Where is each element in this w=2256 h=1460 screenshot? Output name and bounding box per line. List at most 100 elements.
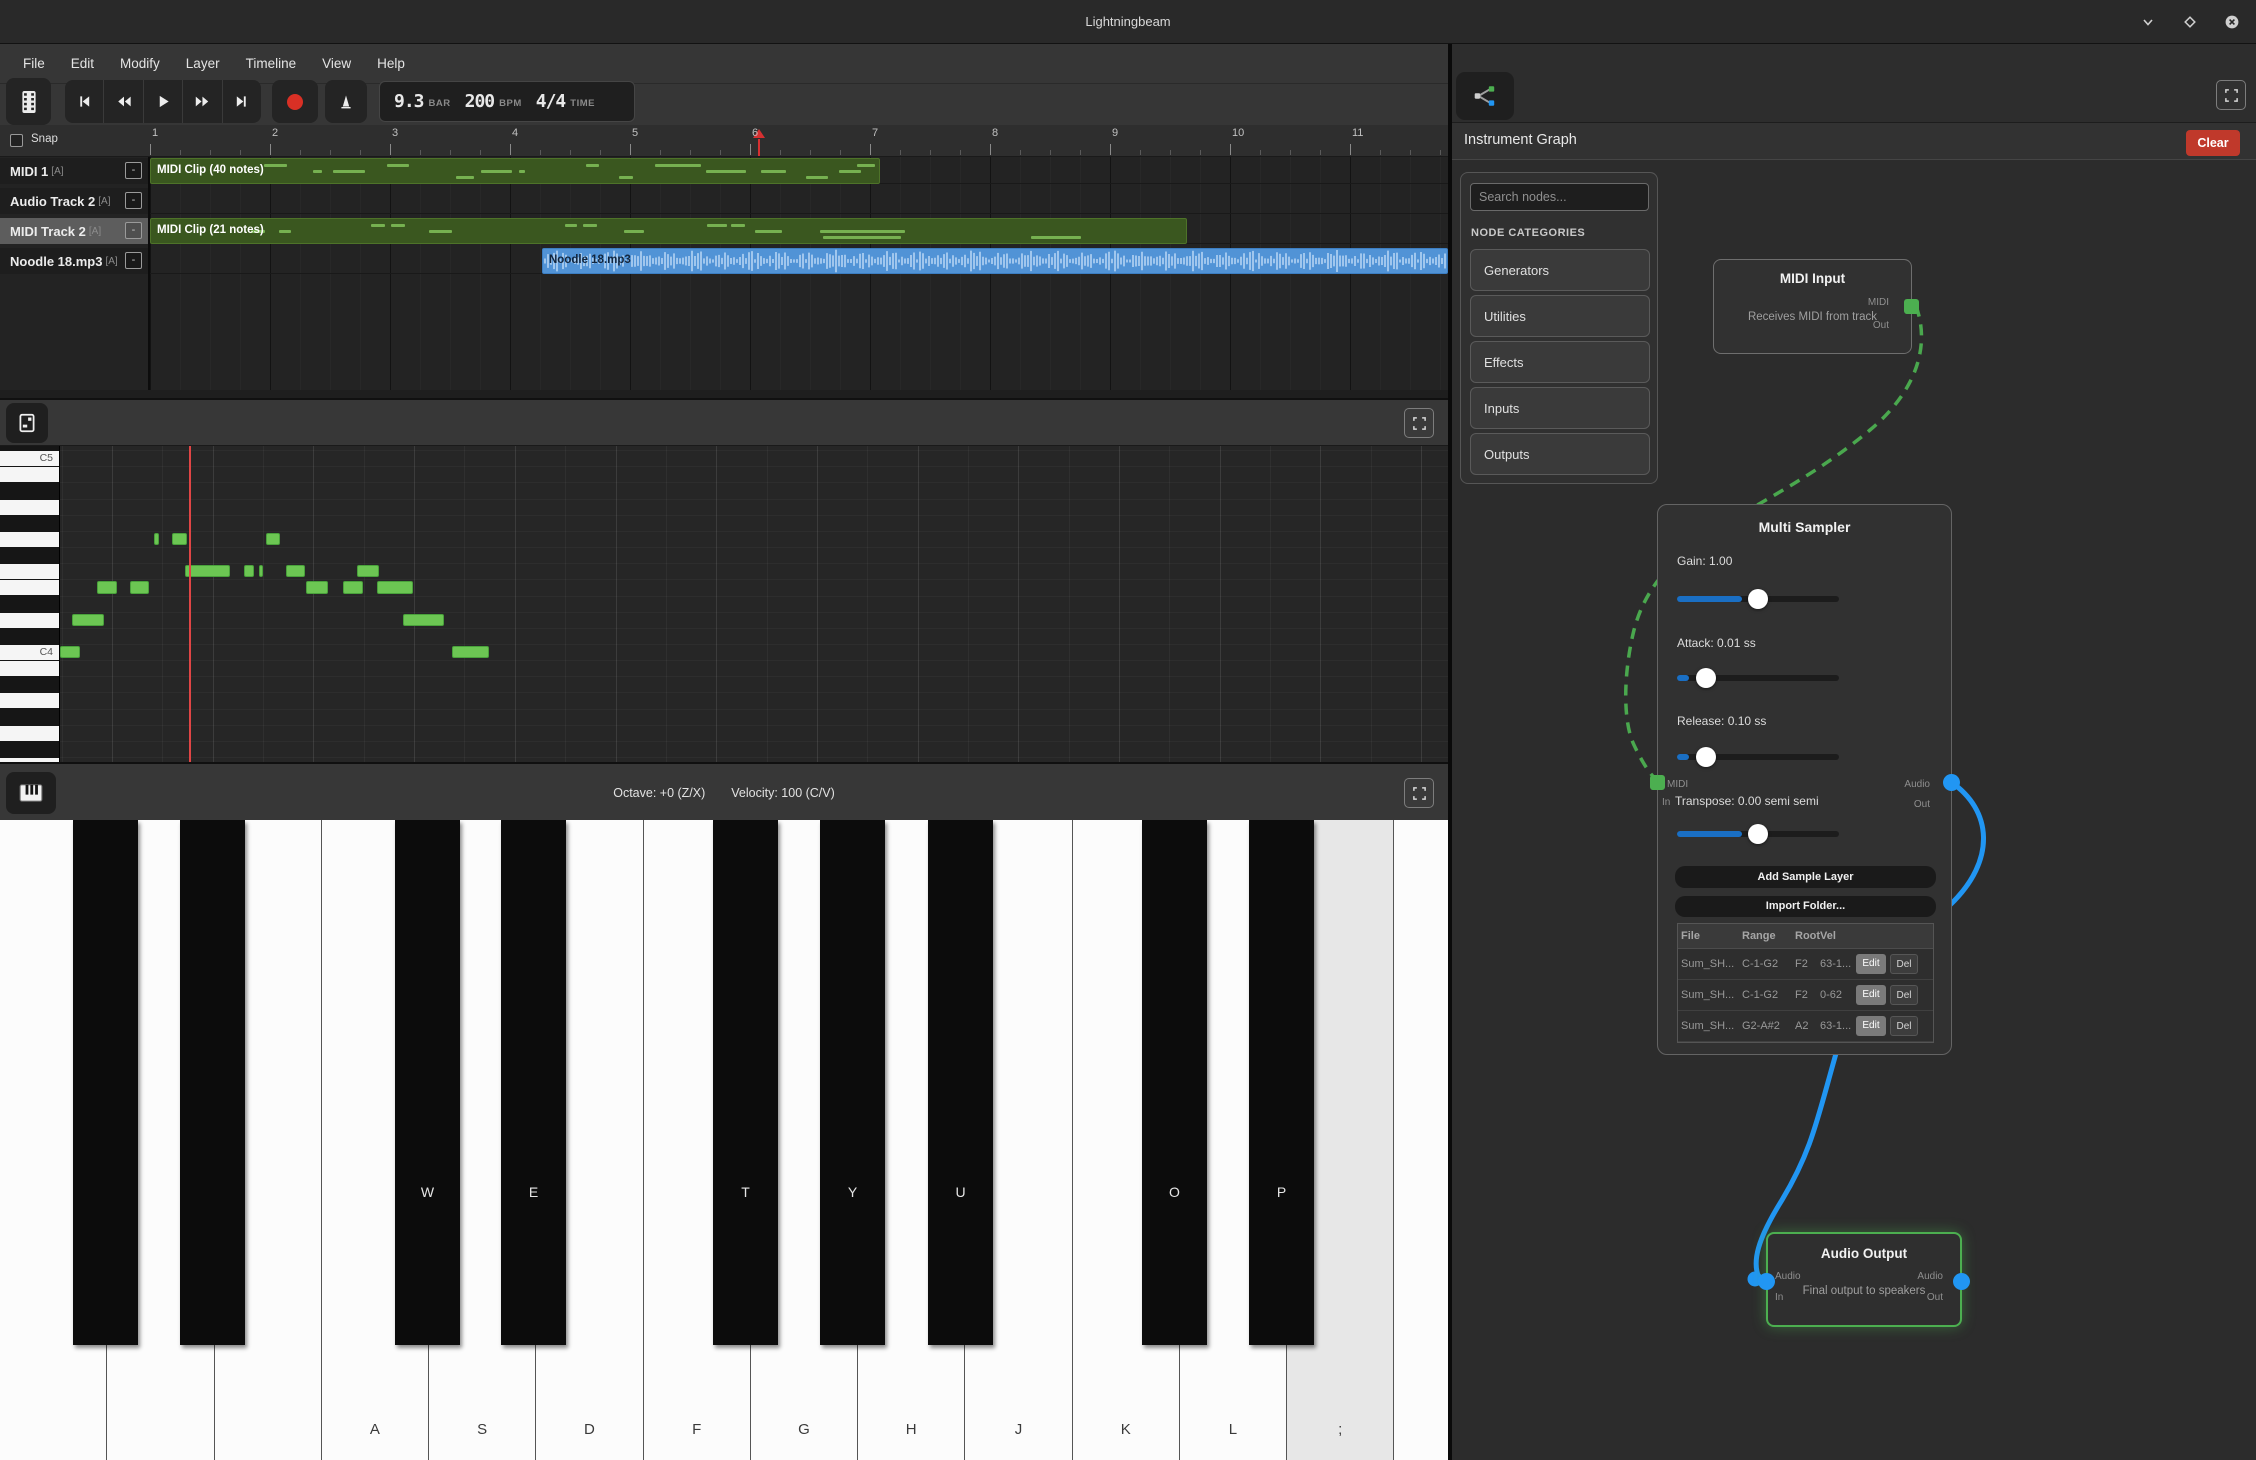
add-sample-layer-button[interactable]: Add Sample Layer <box>1675 866 1936 888</box>
skip-to-end-button[interactable] <box>223 80 261 123</box>
midi-note[interactable] <box>306 581 328 593</box>
black-key-P[interactable]: P <box>1249 820 1314 1345</box>
close-icon[interactable] <box>2224 14 2240 30</box>
keystrip-key-C5[interactable]: C5 <box>0 451 59 466</box>
midi-note[interactable] <box>172 533 187 545</box>
menu-help[interactable]: Help <box>366 52 416 75</box>
delete-sample-button[interactable]: Del <box>1890 954 1918 974</box>
track-minus-button[interactable]: - <box>125 252 142 269</box>
keystrip-key-D4[interactable] <box>0 613 59 628</box>
midi-note[interactable] <box>266 533 280 545</box>
slider-thumb[interactable] <box>1696 668 1716 688</box>
audio-output-node[interactable]: Audio Output Final output to speakers Au… <box>1766 1232 1962 1327</box>
midi-note[interactable] <box>60 646 80 658</box>
track-header-noodle-18-mp3[interactable]: Noodle 18.mp3[A]- <box>0 248 148 274</box>
edit-sample-button[interactable]: Edit <box>1856 954 1886 974</box>
track-header-midi-1[interactable]: MIDI 1[A]- <box>0 158 148 184</box>
fast-forward-button[interactable] <box>183 80 222 123</box>
audio-in-port[interactable] <box>1758 1273 1775 1290</box>
delete-sample-button[interactable]: Del <box>1890 985 1918 1005</box>
record-button[interactable] <box>272 80 318 123</box>
category-effects[interactable]: Effects <box>1470 341 1650 383</box>
piano-roll-expand-icon[interactable] <box>1404 408 1434 438</box>
piano-roll[interactable]: C5 C4 <box>0 446 1448 762</box>
midi-clip[interactable]: MIDI Clip (21 notes) <box>150 218 1187 244</box>
slider-thumb[interactable] <box>1748 589 1768 609</box>
keystrip-key-B3[interactable] <box>0 661 59 676</box>
midi-out-port[interactable] <box>1904 299 1919 314</box>
track-header-audio-track-2[interactable]: Audio Track 2[A]- <box>0 188 148 214</box>
track-minus-button[interactable]: - <box>125 222 142 239</box>
media-library-button[interactable] <box>6 78 51 125</box>
keystrip-key-G3[interactable] <box>0 726 59 741</box>
midi-note[interactable] <box>72 614 104 626</box>
piano-roll-playhead[interactable] <box>189 446 191 762</box>
menu-file[interactable]: File <box>12 52 56 75</box>
audio-out-port[interactable] <box>1953 1273 1970 1290</box>
piano-roll-mode-button[interactable] <box>6 403 48 443</box>
midi-in-port[interactable] <box>1650 775 1665 790</box>
keystrip-key-A3[interactable] <box>0 693 59 708</box>
keystrip-key-A4[interactable] <box>0 500 59 515</box>
midi-note[interactable] <box>377 581 413 593</box>
midi-note[interactable] <box>343 581 363 593</box>
midi-note[interactable] <box>259 565 263 577</box>
timeline-ruler[interactable]: Snap 1234567891011 <box>0 125 1448 157</box>
midi-note[interactable] <box>244 565 254 577</box>
keyboard-expand-icon[interactable] <box>1404 778 1434 808</box>
black-key-W[interactable]: W <box>395 820 460 1345</box>
black-key-E[interactable]: E <box>501 820 566 1345</box>
black-key-U[interactable]: U <box>928 820 993 1345</box>
midi-note[interactable] <box>185 565 230 577</box>
white-key-13[interactable] <box>1394 820 1448 1460</box>
midi-note[interactable] <box>130 581 149 593</box>
maximize-icon[interactable] <box>2182 14 2198 30</box>
keystrip-key-B4[interactable] <box>0 467 59 482</box>
attack-slider[interactable] <box>1677 668 1839 688</box>
black-key-Y[interactable]: Y <box>820 820 885 1345</box>
audio-out-port[interactable] <box>1943 774 1960 791</box>
menu-layer[interactable]: Layer <box>175 52 231 75</box>
transport-display[interactable]: 9.3 BAR 200 BPM 4/4 TIME <box>379 81 635 122</box>
black-key-O[interactable]: O <box>1142 820 1207 1345</box>
track-header-midi-track-2[interactable]: MIDI Track 2[A]- <box>0 218 148 244</box>
release-slider[interactable] <box>1677 747 1839 767</box>
black-key-T[interactable]: T <box>713 820 778 1345</box>
metronome-button[interactable] <box>325 80 367 123</box>
edit-sample-button[interactable]: Edit <box>1856 1016 1886 1036</box>
keystrip-key-G4[interactable] <box>0 532 59 547</box>
midi-note[interactable] <box>286 565 305 577</box>
keystrip-key-F4[interactable] <box>0 564 59 579</box>
menu-edit[interactable]: Edit <box>60 52 105 75</box>
midi-note[interactable] <box>403 614 444 626</box>
graph-canvas[interactable]: NODE CATEGORIES GeneratorsUtilitiesEffec… <box>1452 160 2256 1460</box>
keystrip-key-E4[interactable] <box>0 580 59 595</box>
midi-note[interactable] <box>97 581 117 593</box>
audio-clip[interactable]: Noodle 18.mp3 <box>542 248 1448 274</box>
midi-note[interactable] <box>452 646 489 658</box>
midi-note[interactable] <box>357 565 379 577</box>
rewind-button[interactable] <box>104 80 143 123</box>
slider-thumb[interactable] <box>1748 824 1768 844</box>
keystrip-key-C4[interactable]: C4 <box>0 645 59 660</box>
minimize-icon[interactable] <box>2140 14 2156 30</box>
edit-sample-button[interactable]: Edit <box>1856 985 1886 1005</box>
midi-input-node[interactable]: MIDI Input Receives MIDI from track MIDI… <box>1713 259 1912 354</box>
play-button[interactable] <box>144 80 183 123</box>
multi-sampler-node[interactable]: Multi Sampler Gain: 1.00 Attack: 0.01 ss… <box>1657 504 1952 1055</box>
delete-sample-button[interactable]: Del <box>1890 1016 1918 1036</box>
clear-graph-button[interactable]: Clear <box>2186 130 2240 156</box>
category-outputs[interactable]: Outputs <box>1470 433 1650 475</box>
black-key-180[interactable] <box>180 820 245 1345</box>
midi-clip[interactable]: MIDI Clip (40 notes) <box>150 158 880 184</box>
search-input[interactable] <box>1470 183 1649 211</box>
category-generators[interactable]: Generators <box>1470 249 1650 291</box>
gain-slider[interactable] <box>1677 589 1839 609</box>
slider-thumb[interactable] <box>1696 747 1716 767</box>
category-inputs[interactable]: Inputs <box>1470 387 1650 429</box>
track-minus-button[interactable]: - <box>125 192 142 209</box>
black-key-73[interactable] <box>73 820 138 1345</box>
category-utilities[interactable]: Utilities <box>1470 295 1650 337</box>
midi-note[interactable] <box>154 533 159 545</box>
snap-checkbox[interactable] <box>10 134 23 147</box>
